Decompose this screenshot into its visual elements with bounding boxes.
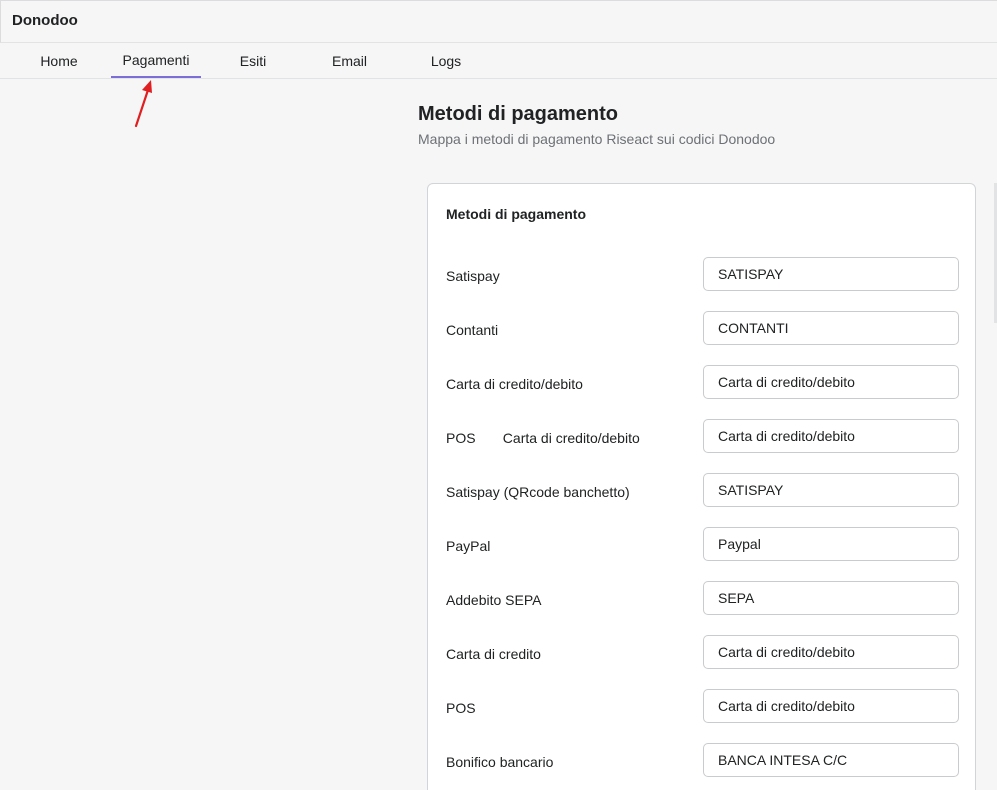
row-label-satispay: Satispay — [446, 268, 500, 284]
input-satispay-qrcode[interactable] — [703, 473, 959, 507]
page-title: Metodi di pagamento — [418, 103, 618, 125]
tab-pagamenti[interactable]: Pagamenti — [111, 43, 201, 78]
input-addebito-sepa[interactable] — [703, 581, 959, 615]
row-label-pos-carta: POS Carta di credito/debito — [446, 430, 640, 446]
input-contanti[interactable] — [703, 311, 959, 345]
input-carta-credito-debito[interactable] — [703, 365, 959, 399]
input-satispay[interactable] — [703, 257, 959, 291]
row-label-bonifico-bancario: Bonifico bancario — [446, 754, 554, 770]
row-label-carta-credito: Carta di credito — [446, 646, 541, 662]
row-label-contanti: Contanti — [446, 322, 499, 338]
row-label-paypal: PayPal — [446, 538, 491, 554]
input-bonifico-bancario[interactable] — [703, 743, 959, 777]
row-label-pos: POS — [446, 700, 476, 716]
page-subtitle: Mappa i metodi di pagamento Riseact sui … — [418, 131, 776, 147]
tab-esiti[interactable]: Esiti — [228, 43, 278, 78]
row-label-satispay-qrcode: Satispay (QRcode banchetto) — [446, 484, 630, 500]
row-label-carta-credito-debito: Carta di credito/debito — [446, 376, 583, 392]
app-title: Donodoo — [12, 12, 78, 29]
card-title: Metodi di pagamento — [446, 206, 586, 222]
tab-home[interactable]: Home — [30, 43, 88, 78]
top-bar: Donodoo — [0, 0, 997, 43]
row-label-addebito-sepa: Addebito SEPA — [446, 592, 542, 608]
input-pos-carta[interactable] — [703, 419, 959, 453]
payment-methods-card: Metodi di pagamento Satispay Contanti Ca… — [427, 183, 976, 790]
tab-bar: Home Pagamenti Esiti Email Logs — [0, 43, 997, 79]
annotation-arrow-icon — [134, 80, 152, 128]
tab-email[interactable]: Email — [322, 43, 377, 78]
input-carta-credito[interactable] — [703, 635, 959, 669]
input-paypal[interactable] — [703, 527, 959, 561]
input-pos[interactable] — [703, 689, 959, 723]
tab-logs[interactable]: Logs — [422, 43, 470, 78]
